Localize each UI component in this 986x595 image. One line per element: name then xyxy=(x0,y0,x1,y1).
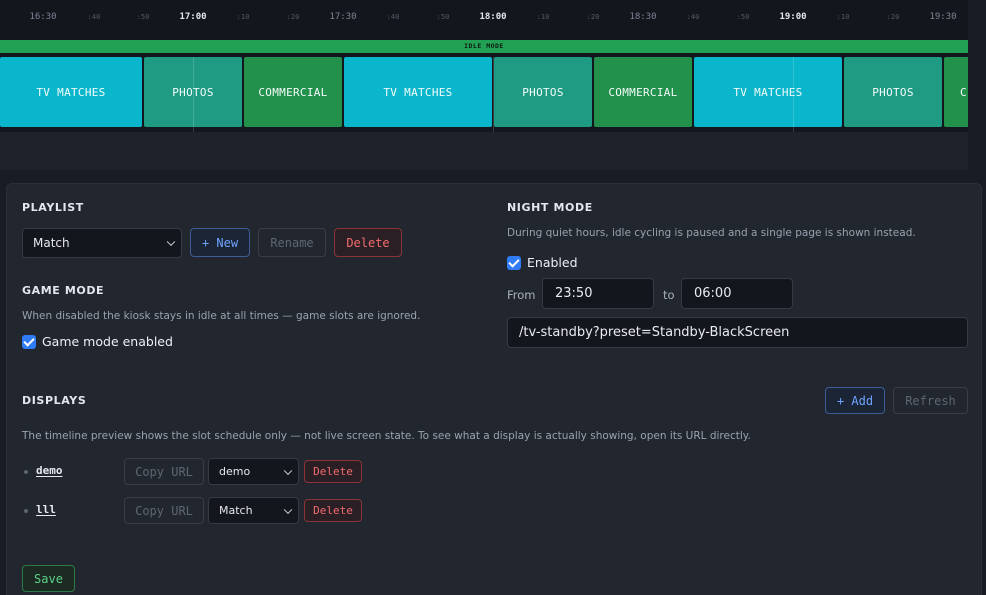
display-playlist-select[interactable]: demo xyxy=(208,458,299,485)
displays-title: DISPLAYS xyxy=(22,394,87,407)
timeline-slot[interactable]: PHOTOS xyxy=(494,57,592,127)
night-mode-to-label: to xyxy=(663,288,675,302)
playlist-title: PLAYLIST xyxy=(22,201,84,214)
timeline-slot[interactable]: PHOTOS xyxy=(844,57,942,127)
game-mode-checkbox[interactable] xyxy=(22,334,36,349)
timeline-slot[interactable]: TV MATCHES xyxy=(344,57,492,127)
hour-gridline xyxy=(493,57,494,132)
idle-mode-label: IDLE MODE xyxy=(464,42,504,50)
copy-url-button[interactable]: Copy URL xyxy=(124,458,204,485)
display-playlist-value: demo xyxy=(219,465,251,478)
playlist-select[interactable]: Match xyxy=(22,228,182,258)
rename-playlist-button[interactable]: Rename xyxy=(258,228,326,257)
timeline-slot[interactable]: C xyxy=(944,57,968,127)
time-ruler: 16:30 :40 :50 17:00 :10 :20 17:30 :40 :5… xyxy=(0,0,968,34)
time-tick-minor: :50 xyxy=(736,13,750,21)
time-tick-minor: :10 xyxy=(836,13,850,21)
time-tick: 18:00 xyxy=(479,12,507,22)
time-tick: 18:30 xyxy=(629,12,657,22)
time-tick-minor: :50 xyxy=(436,13,450,21)
timeline-slot[interactable]: TV MATCHES xyxy=(694,57,842,127)
playlist-select-value: Match xyxy=(33,236,70,250)
time-tick-minor: :50 xyxy=(136,13,150,21)
time-tick-minor: :10 xyxy=(236,13,250,21)
timeline-slot[interactable]: TV MATCHES xyxy=(0,57,142,127)
display-playlist-select[interactable]: Match xyxy=(208,497,299,524)
time-tick: 17:00 xyxy=(179,12,207,22)
displays-description: The timeline preview shows the slot sche… xyxy=(22,430,751,442)
chevron-down-icon xyxy=(283,505,293,514)
delete-display-button[interactable]: Delete xyxy=(304,499,362,522)
refresh-displays-button[interactable]: Refresh xyxy=(893,387,968,414)
night-mode-title: NIGHT MODE xyxy=(507,201,593,214)
night-mode-from-time[interactable]: 23:50 xyxy=(542,278,654,309)
night-mode-enabled-row[interactable]: Enabled xyxy=(507,255,578,270)
schedule-timeline: 16:30 :40 :50 17:00 :10 :20 17:30 :40 :5… xyxy=(0,0,968,132)
night-mode-url-input[interactable]: /tv-standby?preset=Standby-BlackScreen xyxy=(507,317,968,348)
night-mode-from-value: 23:50 xyxy=(555,286,593,301)
delete-display-button[interactable]: Delete xyxy=(304,460,362,483)
display-name-link[interactable]: demo xyxy=(36,464,63,477)
delete-playlist-button[interactable]: Delete xyxy=(334,228,402,257)
time-tick-minor: :10 xyxy=(536,13,550,21)
time-tick: 19:00 xyxy=(779,12,807,22)
slot-row: TV MATCHES PHOTOS COMMERCIAL TV MATCHES … xyxy=(0,57,968,127)
game-mode-checkbox-label: Game mode enabled xyxy=(42,334,173,349)
time-tick: 19:30 xyxy=(929,12,957,22)
game-mode-title: GAME MODE xyxy=(22,284,105,297)
game-mode-checkbox-row[interactable]: Game mode enabled xyxy=(22,334,173,349)
night-mode-enabled-label: Enabled xyxy=(527,255,578,270)
copy-url-button[interactable]: Copy URL xyxy=(124,497,204,524)
settings-panel: PLAYLIST Match + New Rename Delete GAME … xyxy=(6,183,982,595)
hour-gridline xyxy=(193,57,194,132)
night-mode-from-label: From xyxy=(507,288,536,302)
night-mode-url-value: /tv-standby?preset=Standby-BlackScreen xyxy=(519,325,790,340)
timeline-scroll-area[interactable] xyxy=(0,132,968,170)
game-mode-description: When disabled the kiosk stays in idle at… xyxy=(22,310,421,322)
time-tick: 16:30 xyxy=(29,12,57,22)
time-tick-minor: :40 xyxy=(686,13,700,21)
time-tick-minor: :20 xyxy=(586,13,600,21)
time-tick: 17:30 xyxy=(329,12,357,22)
chevron-down-icon xyxy=(166,237,176,247)
status-dot xyxy=(24,470,28,474)
hour-gridline xyxy=(793,57,794,132)
status-dot xyxy=(24,509,28,513)
new-playlist-button[interactable]: + New xyxy=(190,228,250,257)
timeline-slot[interactable]: COMMERCIAL xyxy=(594,57,692,127)
night-mode-enabled-checkbox[interactable] xyxy=(507,255,521,270)
display-playlist-value: Match xyxy=(219,504,253,517)
idle-mode-band: IDLE MODE xyxy=(0,40,968,53)
add-display-button[interactable]: + Add xyxy=(825,387,885,414)
time-tick-minor: :20 xyxy=(886,13,900,21)
display-name-link[interactable]: lll xyxy=(36,503,56,516)
timeline-slot[interactable]: COMMERCIAL xyxy=(244,57,342,127)
save-button[interactable]: Save xyxy=(22,565,75,592)
night-mode-to-value: 06:00 xyxy=(694,286,732,301)
night-mode-to-time[interactable]: 06:00 xyxy=(681,278,793,309)
time-tick-minor: :40 xyxy=(87,13,101,21)
time-tick-minor: :40 xyxy=(386,13,400,21)
night-mode-description: During quiet hours, idle cycling is paus… xyxy=(507,227,916,239)
time-tick-minor: :20 xyxy=(286,13,300,21)
chevron-down-icon xyxy=(283,466,293,475)
